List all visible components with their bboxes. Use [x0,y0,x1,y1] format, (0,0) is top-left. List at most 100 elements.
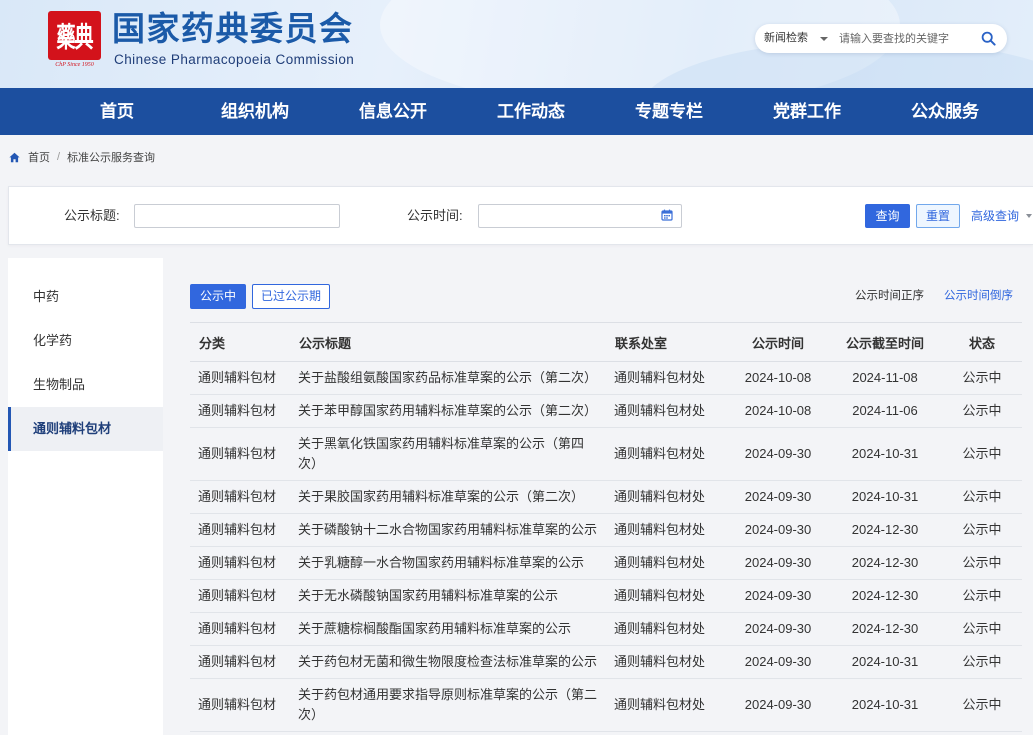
table-header-row: 分类 公示标题 联系处室 公示时间 公示截至时间 状态 [190,322,1022,362]
cell-title-link[interactable]: 关于蔗糖棕榈酸酯国家药用辅料标准草案的公示 [290,612,606,646]
cell-category: 通则辅料包材 [190,361,290,395]
cell-deadline: 2024-12-30 [828,513,942,547]
cell-category: 通则辅料包材 [190,513,290,547]
logo-seal-text: 藥典 [56,21,93,54]
column-header-publish-date: 公示时间 [728,322,828,362]
cpc-logo[interactable]: 藥典 ChP Since 1950 [48,11,101,71]
category-sidebar: 中药 化学药 生物制品 通则辅料包材 [8,258,163,735]
home-icon[interactable] [9,152,20,163]
cell-deadline: 2024-11-08 [828,361,942,395]
site-header: 藥典 ChP Since 1950 国家药典委员会 Chinese Pharma… [0,0,1033,88]
table-row: 通则辅料包材 关于乳糖醇一水合物国家药用辅料标准草案的公示 通则辅料包材处 2024-… [190,546,1022,580]
cell-title-link[interactable]: 关于黑氧化铁国家药用辅料标准草案的公示（第四次） [290,427,606,481]
cell-title-link[interactable]: 关于苯甲醇国家药用辅料标准草案的公示（第二次） [290,394,606,428]
cell-category: 通则辅料包材 [190,480,290,514]
cell-title-link[interactable]: 关于盐酸组氨酸国家药品标准草案的公示（第二次） [290,361,606,395]
cell-title-link[interactable]: 关于无水磷酸钠国家药用辅料标准草案的公示 [290,579,606,613]
cell-title-link[interactable]: 关于药包材通用要求指导原则标准草案的公示（第二次） [290,678,606,732]
cell-department: 通则辅料包材处 [606,579,728,613]
nav-item-organization[interactable]: 组织机构 [186,88,324,135]
cell-category: 通则辅料包材 [190,394,290,428]
table-row: 通则辅料包材 关于无水磷酸钠国家药用辅料标准草案的公示 通则辅料包材处 2024-09… [190,579,1022,613]
sidebar-item-general-excipients-packaging[interactable]: 通则辅料包材 [8,407,163,451]
cell-deadline: 2024-10-31 [828,678,942,732]
cell-title-link[interactable]: 关于果胶国家药用辅料标准草案的公示（第二次） [290,480,606,514]
cell-status: 公示中 [942,546,1022,580]
query-button[interactable]: 查询 [865,204,910,228]
announcement-table: 分类 公示标题 联系处室 公示时间 公示截至时间 状态 通则辅料包材 关于盐酸组氨… [190,322,1022,732]
cell-deadline: 2024-12-30 [828,546,942,580]
cell-department: 通则辅料包材处 [606,546,728,580]
column-header-title: 公示标题 [290,322,606,362]
table-header: 分类 公示标题 联系处室 公示时间 公示截至时间 状态 [190,322,1022,362]
site-title: 国家药典委员会 [112,10,354,47]
nav-item-special-topics[interactable]: 专题专栏 [600,88,738,135]
breadcrumb-home-link[interactable]: 首页 [28,149,50,165]
cell-publish-date: 2024-09-30 [728,480,828,514]
cell-title-link[interactable]: 关于磷酸钠十二水合物国家药用辅料标准草案的公示 [290,513,606,547]
search-scope-select[interactable]: 新闻检索 [764,24,808,53]
cell-status: 公示中 [942,678,1022,732]
cell-category: 通则辅料包材 [190,645,290,679]
cell-department: 通则辅料包材处 [606,612,728,646]
site-subtitle: Chinese Pharmacopoeia Commission [114,52,355,67]
table-row: 通则辅料包材 关于磷酸钠十二水合物国家药用辅料标准草案的公示 通则辅料包材处 2024… [190,513,1022,547]
cell-status: 公示中 [942,513,1022,547]
table-body: 通则辅料包材 关于盐酸组氨酸国家药品标准草案的公示（第二次） 通则辅料包材处 2024… [190,361,1022,732]
cell-title-link[interactable]: 关于药包材无菌和微生物限度检查法标准草案的公示 [290,645,606,679]
advanced-search-link[interactable]: 高级查询 [971,204,1019,228]
sort-ascending-link[interactable]: 公示时间正序 [855,284,924,309]
sidebar-item-biologics[interactable]: 生物制品 [8,363,163,407]
sidebar-item-chemical-drugs[interactable]: 化学药 [8,319,163,363]
cell-category: 通则辅料包材 [190,546,290,580]
cell-deadline: 2024-12-30 [828,612,942,646]
cell-department: 通则辅料包材处 [606,361,728,395]
nav-item-information-disclosure[interactable]: 信息公开 [324,88,462,135]
table-row: 通则辅料包材 关于药包材通用要求指导原则标准草案的公示（第二次） 通则辅料包材处 20… [190,678,1022,732]
caret-down-icon[interactable] [1026,214,1032,218]
breadcrumb: 首页 / 标准公示服务查询 [0,135,1033,179]
cell-publish-date: 2024-09-30 [728,427,828,481]
title-filter-label: 公示标题: [64,208,120,223]
tab-in-publicity[interactable]: 公示中 [190,284,246,309]
cell-status: 公示中 [942,427,1022,481]
main-nav: 首页 组织机构 信息公开 工作动态 专题专栏 党群工作 公众服务 [0,88,1033,135]
logo-caption: ChP Since 1950 [55,62,94,68]
sort-descending-link[interactable]: 公示时间倒序 [944,284,1013,309]
cell-deadline: 2024-10-31 [828,480,942,514]
cell-publish-date: 2024-09-30 [728,612,828,646]
nav-item-public-service[interactable]: 公众服务 [876,88,1014,135]
cell-department: 通则辅料包材处 [606,645,728,679]
nav-item-party-work[interactable]: 党群工作 [738,88,876,135]
time-filter-input[interactable] [478,204,682,228]
cell-publish-date: 2024-09-30 [728,678,828,732]
breadcrumb-separator: / [57,151,61,163]
header-search-box: 新闻检索 [755,24,1007,53]
cell-publish-date: 2024-10-08 [728,361,828,395]
cell-category: 通则辅料包材 [190,427,290,481]
search-icon[interactable] [981,31,996,46]
calendar-icon[interactable] [661,209,673,221]
cell-deadline: 2024-10-31 [828,645,942,679]
header-search-input[interactable] [839,29,975,48]
main-content: 公示中 已过公示期 公示时间正序 公示时间倒序 分类 公示标题 联系处室 公示时… [163,258,1033,735]
reset-button[interactable]: 重置 [916,204,960,228]
cell-deadline: 2024-10-31 [828,427,942,481]
cell-publish-date: 2024-09-30 [728,579,828,613]
cell-department: 通则辅料包材处 [606,394,728,428]
cell-title-link[interactable]: 关于乳糖醇一水合物国家药用辅料标准草案的公示 [290,546,606,580]
chevron-down-icon[interactable] [820,37,828,41]
column-header-status: 状态 [942,322,1022,362]
nav-item-home[interactable]: 首页 [48,88,186,135]
cell-status: 公示中 [942,361,1022,395]
time-filter-label: 公示时间: [407,208,463,223]
tab-expired[interactable]: 已过公示期 [252,284,330,309]
cell-status: 公示中 [942,480,1022,514]
nav-item-work-news[interactable]: 工作动态 [462,88,600,135]
table-row: 通则辅料包材 关于盐酸组氨酸国家药品标准草案的公示（第二次） 通则辅料包材处 2024… [190,361,1022,395]
title-filter-input[interactable] [134,204,340,228]
filter-panel: 公示标题: 公示时间: 查询 重置 高级查询 [8,186,1033,245]
cell-category: 通则辅料包材 [190,612,290,646]
sidebar-item-tcm[interactable]: 中药 [8,275,163,319]
breadcrumb-current: 标准公示服务查询 [67,152,156,164]
